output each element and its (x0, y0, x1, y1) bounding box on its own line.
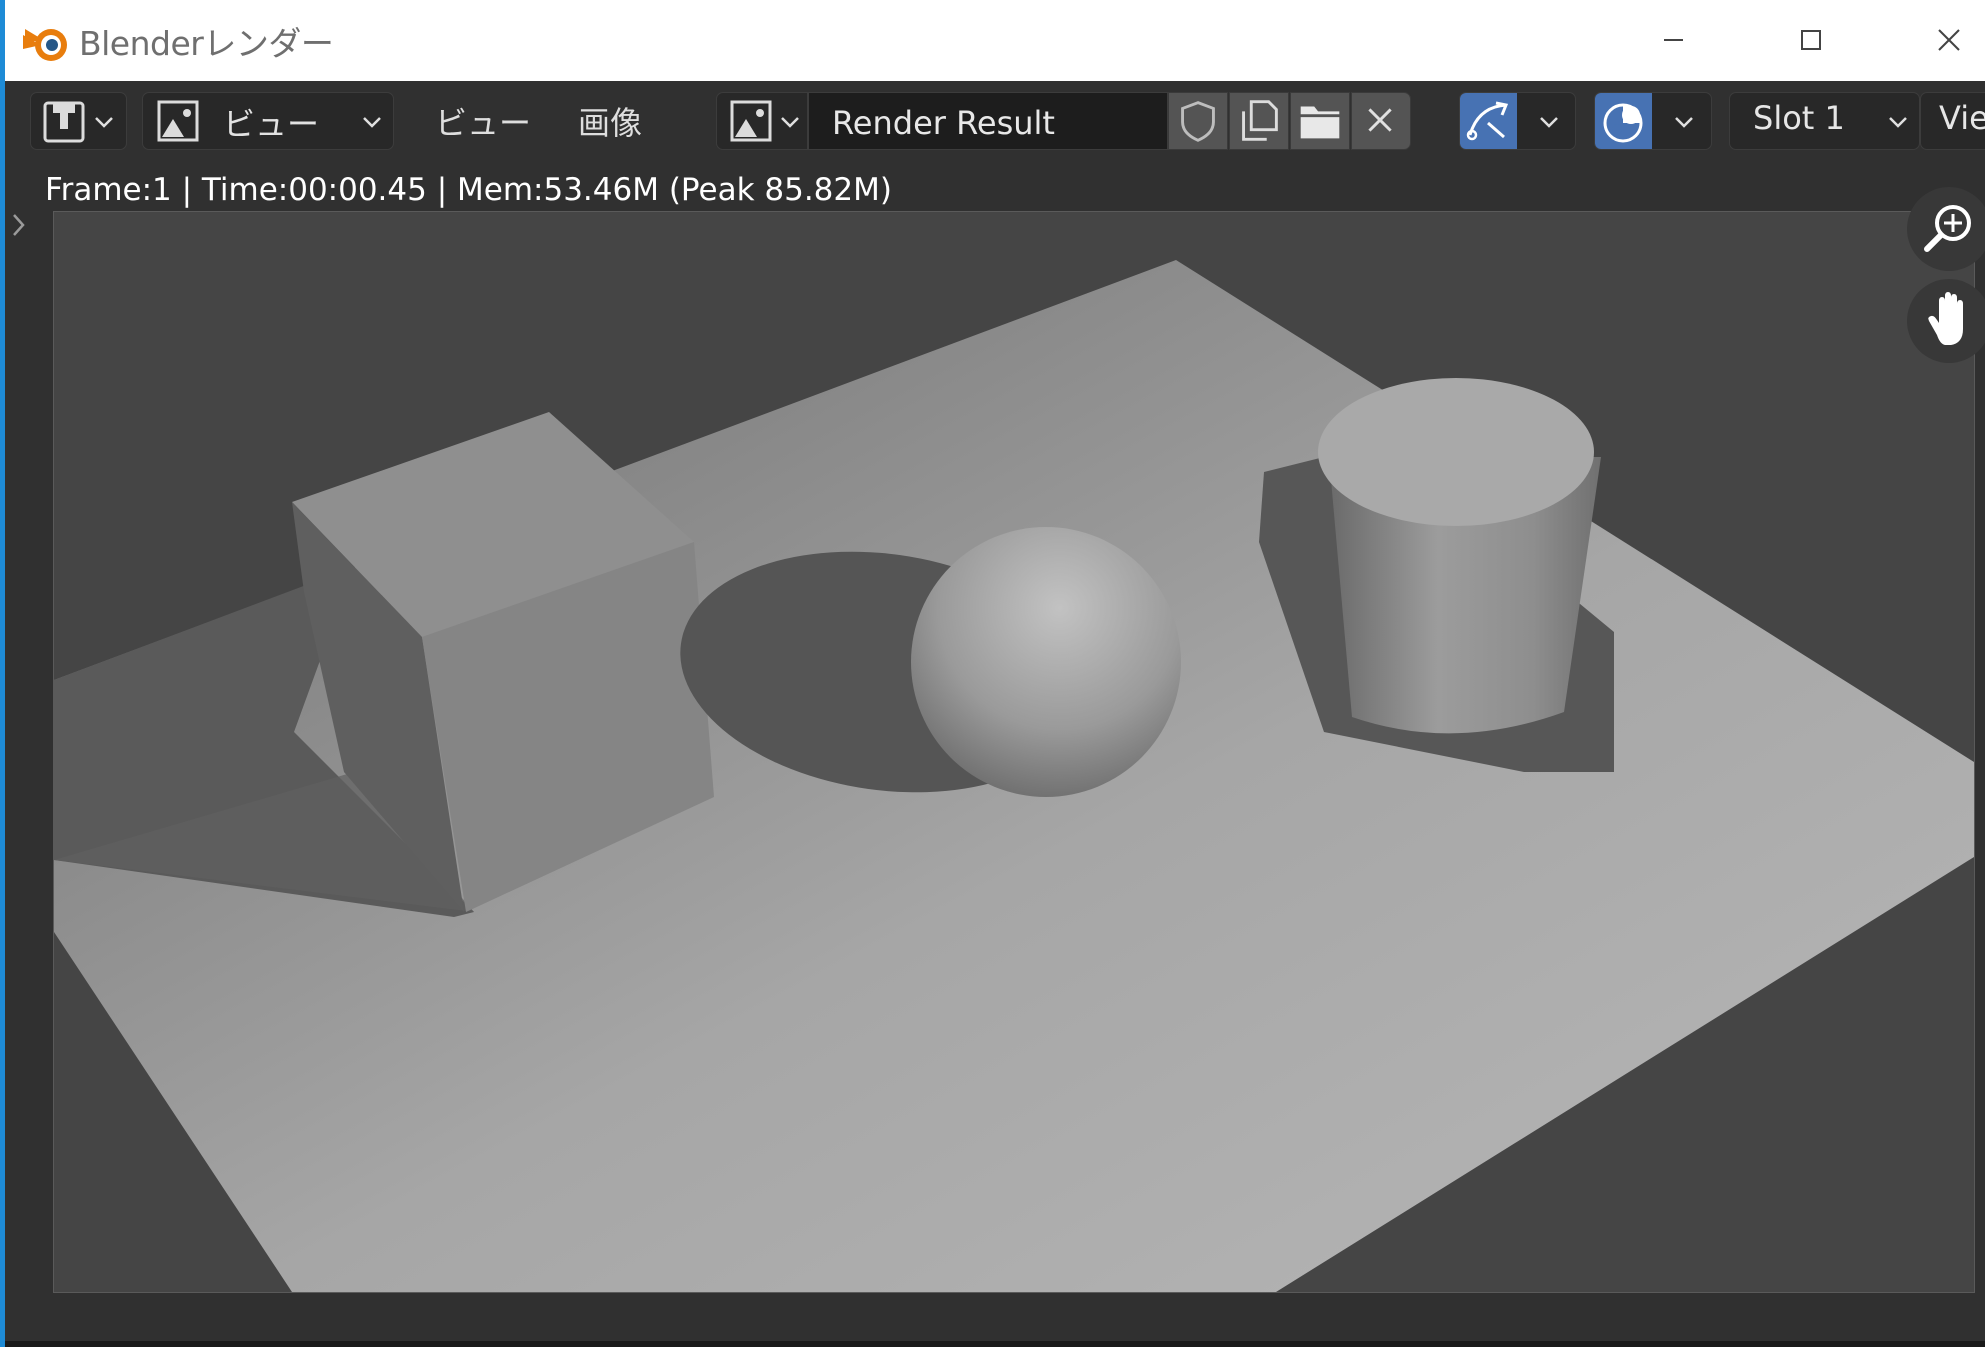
render-info-text: Frame:1 | Time:00:00.45 | Mem:53.46M (Pe… (45, 172, 892, 208)
editor-type-button[interactable] (30, 92, 127, 150)
chevron-down-icon (363, 117, 381, 128)
view-layer-label: Vie (1939, 99, 1985, 137)
menu-view[interactable]: ビュー (435, 98, 531, 144)
close-icon (1938, 29, 1960, 51)
menu-image[interactable]: 画像 (578, 98, 642, 144)
browse-image-button[interactable] (716, 92, 808, 150)
image-name-field[interactable]: Render Result (808, 92, 1168, 150)
maximize-icon (1801, 30, 1821, 50)
zoom-icon (1924, 205, 1971, 252)
chevron-down-icon (781, 117, 799, 128)
sidebar-toggle-icon[interactable] (8, 206, 30, 244)
sample-tool-icon (1466, 101, 1509, 141)
sample-tool-dropdown[interactable] (1459, 92, 1576, 150)
render-result-image (53, 211, 1975, 1293)
chevron-down-icon (1540, 117, 1558, 128)
view-mode-dropdown[interactable]: ビュー (142, 92, 394, 150)
window-titlebar: Blenderレンダー (0, 0, 1985, 81)
view-mode-label: ビュー (223, 105, 320, 143)
open-image-button[interactable] (1290, 92, 1350, 150)
folder-icon (1300, 106, 1340, 139)
bottom-edge (5, 1341, 1985, 1347)
duplicate-icon (1242, 100, 1278, 141)
slot-label: Slot 1 (1753, 99, 1845, 137)
chevron-down-icon (1889, 117, 1907, 128)
view-layer-dropdown[interactable]: Vie (1920, 92, 1985, 150)
pan-hand-icon (1928, 292, 1963, 345)
unlink-image-button[interactable] (1351, 92, 1411, 150)
shield-icon (1181, 101, 1215, 142)
image-editor-icon (43, 101, 85, 143)
pan-button[interactable] (1907, 279, 1985, 363)
blender-logo-icon (23, 19, 71, 63)
display-channels-dropdown[interactable] (1594, 92, 1712, 150)
image-editor-main-region[interactable]: Frame:1 | Time:00:00.45 | Mem:53.46M (Pe… (0, 161, 1985, 1347)
image-icon (730, 100, 772, 142)
image-icon (157, 100, 199, 142)
close-icon (1368, 108, 1392, 132)
fake-user-button[interactable] (1168, 92, 1228, 150)
maximize-button[interactable] (1783, 14, 1839, 66)
slot-dropdown[interactable]: Slot 1 (1729, 92, 1920, 150)
minimize-icon (1664, 39, 1683, 41)
zoom-button[interactable] (1907, 187, 1985, 271)
chevron-down-icon (1675, 117, 1693, 128)
close-button[interactable] (1921, 14, 1977, 66)
minimize-button[interactable] (1645, 14, 1701, 66)
new-image-button[interactable] (1229, 92, 1289, 150)
window-title: Blenderレンダー (79, 24, 334, 63)
scopes-icon (1603, 103, 1643, 143)
chevron-down-icon (95, 117, 113, 128)
image-editor-header: ビュー ビュー 画像 Render Result Slot 1 Vie (0, 81, 1985, 161)
